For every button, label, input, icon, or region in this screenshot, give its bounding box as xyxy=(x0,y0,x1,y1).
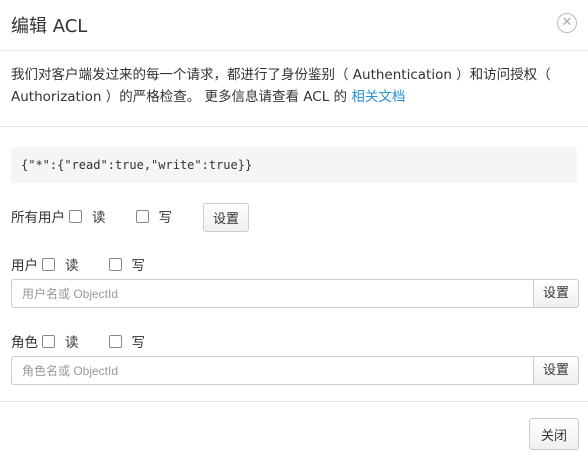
user-search-input[interactable] xyxy=(11,279,534,308)
all-users-row: 所有用户 读 写 xyxy=(11,206,172,226)
users-write-checkbox[interactable] xyxy=(108,257,122,271)
close-button[interactable]: 关闭 xyxy=(529,418,579,450)
dialog-header: 编辑 ACL ✕ xyxy=(0,0,588,51)
all-users-set-button[interactable]: 设置 xyxy=(203,203,249,232)
roles-write-label: 写 xyxy=(131,335,146,351)
roles-row: 角色 读 写 xyxy=(11,331,145,351)
close-icon[interactable]: ✕ xyxy=(557,13,577,33)
users-read-checkbox[interactable] xyxy=(42,257,55,271)
footer-divider xyxy=(0,401,588,402)
users-read-label: 读 xyxy=(65,258,79,274)
roles-write-checkbox[interactable] xyxy=(108,334,122,348)
acl-description: 我们对客户端发过来的每一个请求，都进行了身份鉴别（ Authentication… xyxy=(11,64,581,108)
users-label: 用户 xyxy=(11,258,38,274)
docs-link[interactable]: 相关文档 xyxy=(351,89,405,105)
roles-set-button[interactable]: 设置 xyxy=(533,356,579,385)
all-users-write-checkbox[interactable] xyxy=(135,209,149,223)
roles-label: 角色 xyxy=(11,335,38,351)
all-users-read-label: 读 xyxy=(92,210,106,226)
role-search-input[interactable] xyxy=(11,356,534,385)
divider xyxy=(0,126,588,127)
acl-json-preview: {"*":{"read":true,"write":true}} xyxy=(11,147,577,183)
roles-read-checkbox[interactable] xyxy=(42,334,55,348)
all-users-read-checkbox[interactable] xyxy=(69,209,82,223)
dialog-title: 编辑 ACL xyxy=(11,16,88,37)
description-text: 我们对客户端发过来的每一个请求，都进行了身份鉴别（ Authentication… xyxy=(11,67,551,105)
roles-read-label: 读 xyxy=(65,335,79,351)
users-set-button[interactable]: 设置 xyxy=(533,279,579,308)
users-write-label: 写 xyxy=(131,258,146,274)
users-row: 用户 读 写 xyxy=(11,254,145,274)
all-users-label: 所有用户 xyxy=(11,210,65,226)
all-users-write-label: 写 xyxy=(158,210,173,226)
